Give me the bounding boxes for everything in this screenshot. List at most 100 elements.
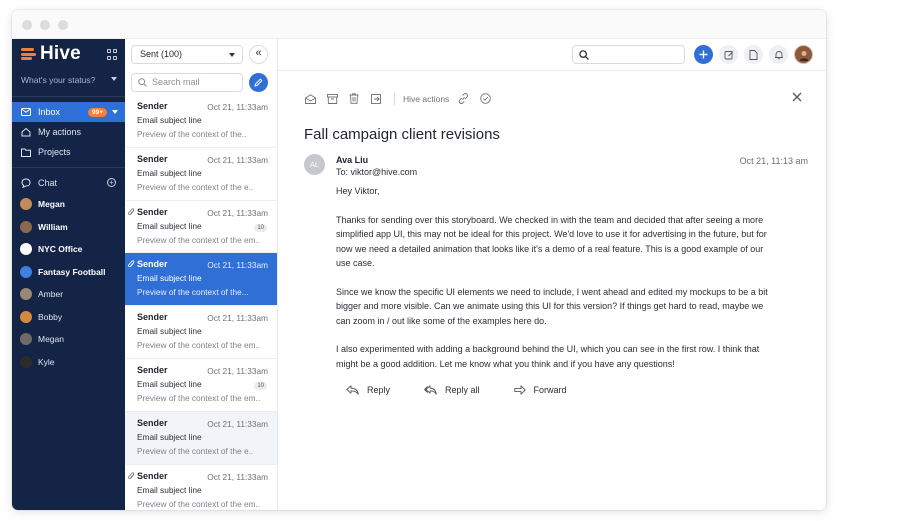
email-date: Oct 21, 11:13 am (739, 156, 808, 166)
chat-item-label: NYC Office (38, 244, 83, 255)
message-list-item[interactable]: Sender Oct 21, 11:33am Email subject line P… (125, 465, 277, 510)
sidebar-item-label: Inbox (38, 107, 61, 117)
pencil-icon (254, 77, 263, 87)
message-list-item[interactable]: Sender Oct 21, 11:33am Email subject line P… (125, 253, 277, 307)
app-window: Hive What's your status? Inbox 99+ My ac… (12, 10, 826, 510)
chat-item[interactable]: Megan (12, 328, 125, 351)
sidebar-item-label: Chat (38, 178, 58, 188)
add-button[interactable] (694, 45, 713, 64)
message-list-item[interactable]: Sender Oct 21, 11:33am Email subject line P… (125, 411, 277, 465)
trash-icon[interactable] (348, 93, 360, 105)
message-list-pane: Sent (100) « Search mail Sender Oct 21, 1… (125, 39, 278, 510)
sender-name[interactable]: Ava Liu (336, 155, 368, 165)
apps-grid-icon[interactable] (107, 49, 118, 60)
user-avatar[interactable] (794, 45, 813, 64)
search-mail-input[interactable]: Search mail (131, 72, 243, 92)
search-placeholder: Search mail (152, 77, 200, 87)
message-preview: Preview of the context of the e.. (137, 445, 254, 456)
message-preview: Preview of the context of the e.. (137, 181, 254, 192)
status-text: What's your status? (21, 75, 96, 85)
mail-icon (21, 107, 31, 117)
reply-icon (346, 385, 359, 395)
title-bar (12, 10, 826, 39)
hive-actions-label[interactable]: Hive actions (403, 94, 449, 104)
message-preview: Preview of the context of the... (137, 287, 249, 298)
notifications-button[interactable] (769, 45, 788, 64)
folder-icon (21, 147, 31, 157)
reading-pane: Hive actions Fall campaign client revisi… (278, 39, 826, 510)
message-list-item[interactable]: Sender Oct 21, 11:33am Email subject line P… (125, 201, 277, 254)
add-chat-icon[interactable]: + (107, 178, 116, 187)
avatar (20, 288, 32, 301)
link-icon[interactable] (457, 93, 469, 105)
avatar (20, 220, 32, 233)
collapse-panel-button[interactable]: « (249, 44, 268, 64)
message-subject: Email subject line (137, 167, 202, 178)
forward-button[interactable]: Forward (513, 385, 567, 395)
sidebar-item-label: My actions (38, 127, 82, 137)
files-button[interactable] (744, 45, 763, 64)
unread-badge: 99+ (87, 108, 107, 117)
app-logo[interactable]: Hive (40, 43, 81, 65)
message-list-item[interactable]: Sender Oct 21, 11:33am Email subject line P… (125, 359, 277, 412)
person-icon (799, 50, 808, 61)
edit-note-icon (724, 50, 733, 59)
message-date: Oct 21, 11:33am (207, 260, 268, 271)
bell-icon (774, 50, 783, 59)
message-preview: Preview of the context of the em.. (137, 234, 261, 245)
message-date: Oct 21, 11:33am (207, 102, 268, 112)
sidebar-item-inbox[interactable]: Inbox 99+ (12, 102, 125, 122)
attachment-icon (128, 471, 135, 479)
chat-item-label: William (38, 221, 68, 232)
check-circle-icon[interactable] (479, 93, 491, 105)
reply-button[interactable]: Reply (346, 385, 390, 395)
mark-unread-icon[interactable] (304, 93, 316, 105)
window-maximize-dot[interactable] (58, 20, 68, 30)
folder-select[interactable]: Sent (100) (131, 44, 243, 64)
chat-item[interactable]: Fantasy Football (12, 261, 125, 284)
chat-item[interactable]: Bobby (12, 306, 125, 329)
email-greeting: Hey Viktor, (336, 186, 380, 196)
list-header: Sent (100) « (125, 39, 277, 69)
thread-count-badge: 10 (254, 381, 267, 390)
window-minimize-dot[interactable] (40, 20, 50, 30)
forward-icon (513, 385, 526, 395)
email-body: Hey Viktor, Thanks for sending over this… (304, 184, 779, 371)
email-subject: Fall campaign client revisions (304, 126, 500, 143)
message-date: Oct 21, 11:33am (207, 418, 268, 429)
message-list-item[interactable]: Sender Oct 21, 11:33am Email subject line P… (125, 148, 277, 201)
sidebar-item-chat[interactable]: Chat + (12, 173, 125, 193)
sidebar-item-projects[interactable]: Projects (12, 142, 125, 162)
window-close-dot[interactable] (22, 20, 32, 30)
message-subject: Email subject line (137, 326, 202, 337)
sender-avatar: AL (304, 154, 325, 175)
sidebar-item-my-actions[interactable]: My actions (12, 122, 125, 142)
message-preview: Preview of the context of the em.. (137, 498, 261, 509)
move-to-icon[interactable] (370, 93, 382, 105)
message-list-item[interactable]: Sender Oct 21, 11:33am Email subject line P… (125, 95, 277, 148)
close-icon[interactable] (792, 92, 802, 104)
recipient: To: viktor@hive.com (336, 167, 418, 177)
archive-icon[interactable] (326, 93, 338, 105)
avatar (20, 198, 32, 211)
reply-all-button[interactable]: Reply all (424, 385, 480, 395)
message-subject: Email subject line (137, 273, 202, 284)
global-search-input[interactable] (572, 45, 685, 64)
chevron-down-icon (111, 77, 117, 81)
message-date: Oct 21, 11:33am (207, 154, 268, 165)
chevron-down-icon[interactable] (112, 110, 118, 114)
compose-button[interactable] (249, 72, 268, 92)
message-preview: Preview of the context of the em.. (137, 392, 261, 403)
attachment-icon (128, 260, 135, 268)
message-preview: Preview of the context of the em.. (137, 340, 261, 351)
notes-button[interactable] (719, 45, 738, 64)
chat-item[interactable]: NYC Office (12, 238, 125, 261)
chat-item[interactable]: William (12, 216, 125, 239)
chat-item[interactable]: Kyle (12, 351, 125, 374)
chat-item[interactable]: Amber (12, 283, 125, 306)
message-list-item[interactable]: Sender Oct 21, 11:33am Email subject line P… (125, 306, 277, 359)
status-selector[interactable]: What's your status? (12, 69, 125, 91)
sidebar-item-label: Projects (38, 147, 71, 157)
message-subject: Email subject line (137, 220, 202, 231)
chat-item[interactable]: Megan (12, 193, 125, 216)
